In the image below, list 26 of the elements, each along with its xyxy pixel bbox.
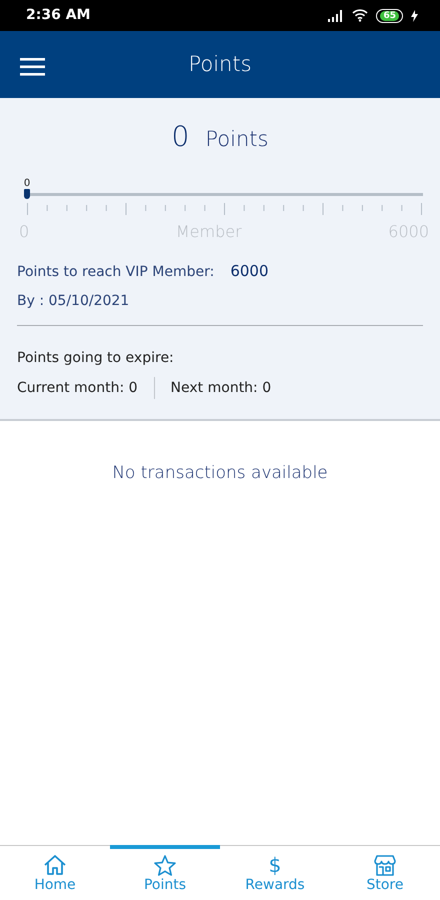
axis-label: 6000: [388, 221, 429, 243]
page-title: Points: [188, 50, 252, 78]
points-value: 0: [172, 119, 190, 155]
star-icon: [154, 854, 176, 876]
tab-button[interactable]: Home: [0, 845, 110, 900]
next-month: Next month: 0: [170, 378, 272, 398]
tab-button[interactable]: $ Rewards: [220, 845, 330, 900]
current-month: Current month: 0: [17, 378, 139, 398]
home-icon: [44, 855, 66, 875]
dollar-icon: $: [268, 854, 282, 876]
battery-icon: 65: [376, 8, 403, 22]
expire-title: Points going to expire:: [17, 349, 175, 368]
points-label: Points: [205, 126, 268, 153]
empty-message: No transactions available: [111, 462, 329, 485]
target-date: By : 05/10/2021: [17, 292, 130, 311]
vip-points: 6000: [230, 261, 269, 282]
vip-label: Points to reach VIP Member:: [17, 263, 214, 282]
signal-icon: [328, 10, 344, 22]
axis-label: 0: [19, 221, 30, 243]
wifi-icon: [352, 9, 368, 22]
tab-button[interactable]: Store: [330, 845, 440, 900]
slider-value: 0: [24, 177, 30, 191]
status-time: 2:36 AM: [26, 6, 90, 25]
tab-button[interactable]: Points: [110, 845, 220, 900]
axis-label: Member: [176, 221, 242, 243]
store-icon: [374, 854, 396, 876]
